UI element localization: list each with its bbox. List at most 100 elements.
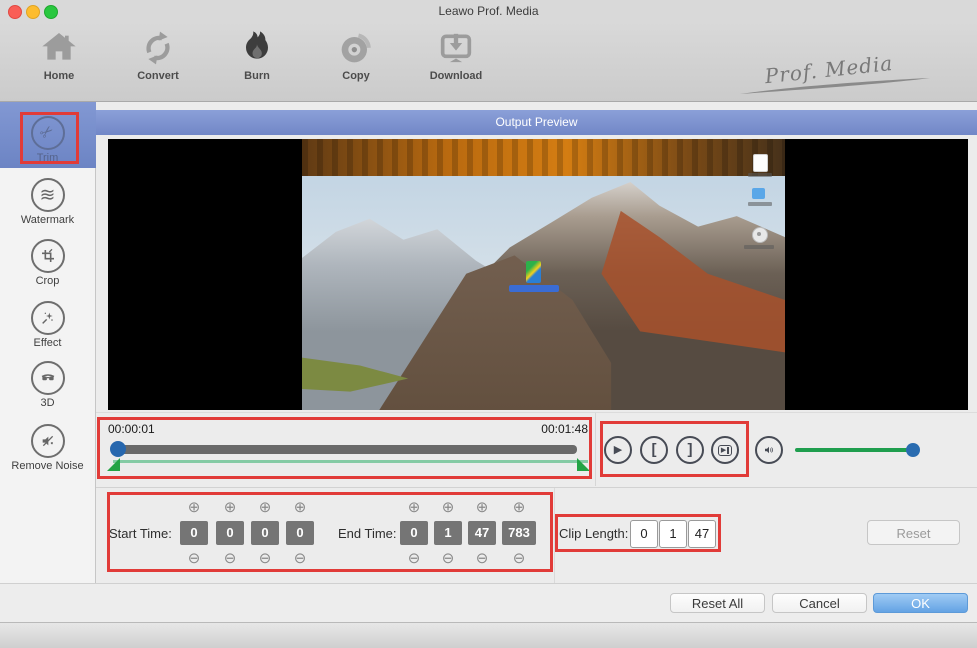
end-time-seconds-field[interactable]: 47	[468, 521, 496, 545]
effect-wand-icon	[31, 301, 65, 335]
toolbar-item-burn[interactable]: Burn	[215, 28, 299, 94]
toolbar-item-label: Copy	[314, 70, 398, 82]
set-start-point-button[interactable]: [	[640, 436, 668, 464]
convert-icon	[138, 28, 178, 68]
desktop-document-label	[748, 173, 772, 177]
desktop-disc-icon	[752, 227, 768, 243]
play-icon: ▶	[614, 445, 622, 456]
play-to-end-icon: ▶	[718, 445, 732, 456]
trim-end-handle[interactable]	[577, 458, 590, 471]
main-toolbar: Home Convert Burn	[0, 22, 977, 102]
ok-button[interactable]: OK	[873, 593, 968, 613]
sidebar-item-3d[interactable]: 3D	[0, 361, 95, 409]
sidebar-item-remove-noise[interactable]: Remove Noise	[0, 424, 95, 472]
sidebar-item-watermark[interactable]: ≋ Watermark	[0, 178, 95, 226]
window-title: Leawo Prof. Media	[0, 4, 977, 18]
toolbar-item-label: Download	[414, 70, 498, 82]
bracket-close-icon: ]	[688, 442, 693, 457]
sidebar: ✂ Trim ≋ Watermark Crop Effect	[0, 102, 96, 583]
row-divider	[595, 413, 596, 486]
watermark-waves-icon: ≋	[31, 178, 65, 212]
timeline-current-time: 00:00:01	[108, 422, 155, 436]
clip-length-seconds-field[interactable]: 47	[688, 520, 716, 548]
play-selection-button[interactable]: ▶	[711, 436, 739, 464]
burn-icon	[237, 28, 277, 68]
start-time-ms-spinner: ⊕ 0 ⊖	[286, 500, 314, 567]
increment-button[interactable]: ⊕	[216, 500, 244, 516]
app-window: Leawo Prof. Media Home Convert	[0, 0, 977, 648]
reset-all-button[interactable]: Reset All	[670, 593, 765, 613]
increment-button[interactable]: ⊕	[251, 500, 279, 516]
decrement-button[interactable]: ⊖	[502, 551, 536, 567]
copy-disc-icon	[336, 28, 376, 68]
volume-slider-track[interactable]	[795, 448, 915, 452]
decrement-button[interactable]: ⊖	[434, 551, 462, 567]
end-time-hours-field[interactable]: 0	[400, 521, 428, 545]
increment-button[interactable]: ⊕	[286, 500, 314, 516]
video-preview-stage	[108, 139, 968, 410]
sidebar-item-trim[interactable]: ✂ Trim	[0, 116, 95, 164]
prof-media-logo: Prof. Media	[735, 48, 935, 100]
reset-button[interactable]: Reset	[867, 520, 960, 545]
increment-button[interactable]: ⊕	[400, 500, 428, 516]
decrement-button[interactable]: ⊖	[216, 551, 244, 567]
toolbar-item-label: Home	[17, 70, 101, 82]
desktop-folder-icon	[752, 188, 765, 199]
end-time-label: End Time:	[338, 526, 397, 541]
toolbar-item-convert[interactable]: Convert	[116, 28, 200, 94]
toolbar-item-copy[interactable]: Copy	[314, 28, 398, 94]
status-footer	[0, 622, 977, 648]
titlebar: Leawo Prof. Media	[0, 0, 977, 22]
timeline-playhead-handle[interactable]	[110, 441, 126, 457]
trim-range-track	[113, 460, 588, 463]
start-time-minutes-spinner: ⊕ 0 ⊖	[216, 500, 244, 567]
end-time-minutes-field[interactable]: 1	[434, 521, 462, 545]
cancel-button[interactable]: Cancel	[772, 593, 867, 613]
crop-icon	[31, 239, 65, 273]
end-time-hours-spinner: ⊕ 0 ⊖	[400, 500, 428, 567]
start-time-ms-field[interactable]: 0	[286, 521, 314, 545]
bracket-open-icon: [	[652, 442, 657, 457]
increment-button[interactable]: ⊕	[434, 500, 462, 516]
sidebar-item-crop[interactable]: Crop	[0, 239, 95, 287]
end-time-minutes-spinner: ⊕ 1 ⊖	[434, 500, 462, 567]
increment-button[interactable]: ⊕	[468, 500, 496, 516]
decrement-button[interactable]: ⊖	[180, 551, 208, 567]
timeline-total-time: 00:01:48	[488, 422, 588, 436]
download-icon	[436, 28, 476, 68]
clip-length-minutes-field[interactable]: 1	[659, 520, 687, 548]
toolbar-item-label: Convert	[116, 70, 200, 82]
remove-noise-icon	[31, 424, 65, 458]
start-time-seconds-spinner: ⊕ 0 ⊖	[251, 500, 279, 567]
decrement-button[interactable]: ⊖	[468, 551, 496, 567]
decrement-button[interactable]: ⊖	[400, 551, 428, 567]
start-time-hours-spinner: ⊕ 0 ⊖	[180, 500, 208, 567]
end-time-seconds-spinner: ⊕ 47 ⊖	[468, 500, 496, 567]
clip-length-label: Clip Length:	[559, 526, 628, 541]
sidebar-item-effect[interactable]: Effect	[0, 301, 95, 349]
toolbar-item-download[interactable]: Download	[414, 28, 498, 94]
start-time-label: Start Time:	[109, 526, 172, 541]
end-time-ms-field[interactable]: 783	[502, 521, 536, 545]
row-divider	[554, 488, 555, 583]
toolbar-item-home[interactable]: Home	[17, 28, 101, 94]
set-end-point-button[interactable]: ]	[676, 436, 704, 464]
clip-length-hours-field[interactable]: 0	[630, 520, 658, 548]
volume-slider-handle[interactable]	[906, 443, 920, 457]
output-preview-header: Output Preview	[96, 110, 977, 135]
trim-scissors-icon: ✂	[31, 116, 65, 150]
mute-button[interactable]	[755, 436, 783, 464]
wallpaper-lake	[302, 139, 785, 176]
decrement-button[interactable]: ⊖	[251, 551, 279, 567]
start-time-minutes-field[interactable]: 0	[216, 521, 244, 545]
trim-start-handle[interactable]	[107, 458, 120, 471]
start-time-hours-field[interactable]: 0	[180, 521, 208, 545]
desktop-disc-label	[744, 245, 774, 249]
home-icon	[39, 28, 79, 68]
play-button[interactable]: ▶	[604, 436, 632, 464]
decrement-button[interactable]: ⊖	[286, 551, 314, 567]
start-time-seconds-field[interactable]: 0	[251, 521, 279, 545]
increment-button[interactable]: ⊕	[180, 500, 208, 516]
increment-button[interactable]: ⊕	[502, 500, 536, 516]
timeline-track[interactable]	[116, 445, 577, 454]
